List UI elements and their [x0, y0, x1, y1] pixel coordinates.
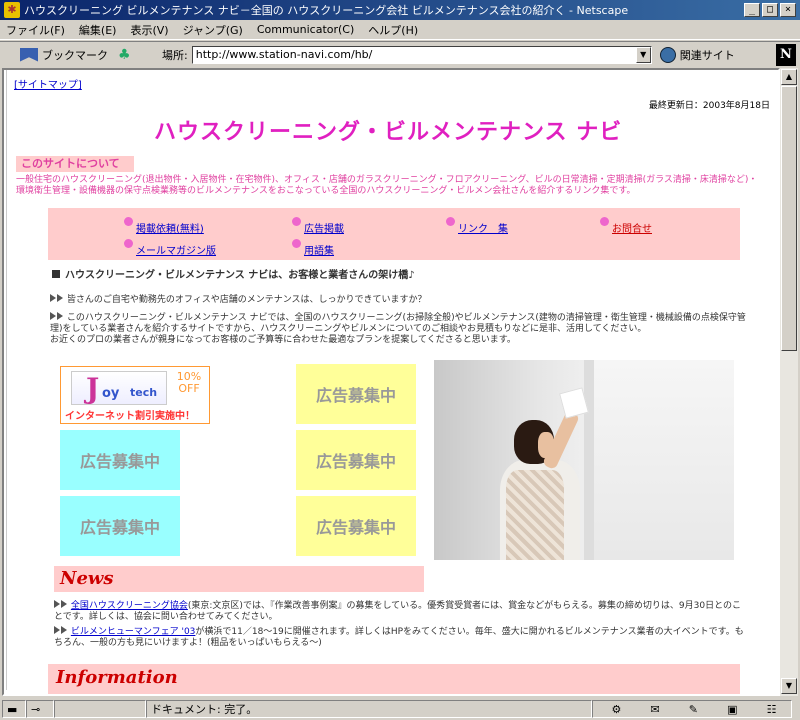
close-button[interactable]: ×: [780, 3, 796, 17]
bookmarks-button[interactable]: ブックマーク: [20, 47, 108, 63]
arrow-icon: [61, 626, 67, 634]
vertical-scrollbar[interactable]: ▲ ▼: [780, 68, 798, 696]
arrow-icon: [54, 626, 60, 634]
arrow-icon: [57, 312, 63, 320]
nav-ads: 広告掲載: [292, 217, 344, 235]
contact-link[interactable]: お問合せ: [612, 220, 652, 235]
bookmarks-label: ブックマーク: [42, 48, 108, 62]
internet-discount-text: インターネット割引実施中！: [65, 411, 195, 422]
intro-line-2: このハウスクリーニング・ビルメンテナンス ナビでは、全国のハウスクリーニング(お…: [50, 313, 746, 334]
mail-icon[interactable]: ✉: [650, 703, 659, 716]
menu-edit[interactable]: 編集(E): [79, 22, 117, 38]
pink-bullet-icon: [292, 217, 301, 226]
intro-line-3: お近くのプロの業者さんが親身になってお客様のご予算等に合わせた最適なプランを提案…: [50, 335, 516, 345]
nav-box: 掲載依頼(無料) 広告掲載 リンク 集 お問合せ メールマガジン版 用語集: [48, 208, 740, 260]
news-link-association[interactable]: 全国ハウスクリーニング協会: [71, 601, 188, 611]
composer-icon[interactable]: ✎: [689, 703, 698, 716]
links-collection-link[interactable]: リンク 集: [458, 220, 508, 235]
status-text: ドキュメント: 完了。: [146, 700, 592, 718]
ad-listing-link[interactable]: 広告掲載: [304, 220, 344, 235]
last-updated: 最終更新日：2003年8月18日: [648, 101, 770, 111]
nav-glossary: 用語集: [292, 239, 334, 257]
nav-links: リンク 集: [446, 217, 508, 235]
news-heading: News: [54, 566, 424, 592]
joytech-logo: J oy tech: [71, 371, 167, 405]
arrow-icon: [50, 294, 56, 302]
sitemap-link[interactable]: [サイトマップ]: [14, 76, 82, 91]
news-link-fair[interactable]: ビルメンヒューマンフェア '03: [71, 627, 196, 637]
menu-view[interactable]: 表示(V): [130, 22, 168, 38]
pink-bullet-icon: [292, 239, 301, 248]
bookmark-icon: [20, 47, 38, 62]
joytech-banner[interactable]: J oy tech 10% OFF インターネット割引実施中！: [60, 366, 210, 424]
newsgroup-icon[interactable]: ▣: [727, 703, 737, 716]
scroll-up-icon[interactable]: ▲: [781, 69, 797, 85]
arrow-icon: [54, 600, 60, 608]
menu-communicator[interactable]: Communicator(C): [257, 23, 354, 36]
ad-slot[interactable]: 広告募集中: [60, 430, 180, 490]
page-title: ハウスクリーニング・ビルメンテナンス ナビ: [154, 120, 623, 145]
news-item: ビルメンヒューマンフェア '03が横浜で11／18～19に開催されます。詳しくは…: [54, 626, 744, 648]
ad-slot[interactable]: 広告募集中: [296, 496, 416, 556]
maximize-button[interactable]: □: [762, 3, 778, 17]
minimize-button[interactable]: _: [744, 3, 760, 17]
listing-request-link[interactable]: 掲載依頼(無料): [136, 220, 204, 235]
security-lock-icon[interactable]: ▬: [2, 700, 26, 718]
scroll-down-icon[interactable]: ▼: [781, 678, 797, 694]
tagline: ハウスクリーニング・ビルメンテナンス ナビは、お客様と業者さんの架け橋♪: [52, 266, 415, 281]
location-toolbar: ブックマーク ♣ 場所: http://www.station-navi.com…: [0, 41, 800, 67]
window-title: ハウスクリーニング ビルメンテナンス ナビ－全国の ハウスクリーニング会社 ビル…: [24, 4, 629, 17]
component-bar: ⚙ ✉ ✎ ▣ ☷: [592, 700, 792, 718]
globe-icon: [659, 46, 676, 63]
scrollbar-thumb[interactable]: [781, 86, 797, 351]
intro-text: 皆さんのご自宅や勤務先のオフィスや店舗のメンテナンスは、しっかりできていますか？…: [50, 294, 750, 346]
pink-bullet-icon: [600, 217, 609, 226]
url-input[interactable]: http://www.station-navi.com/hb/ ▼: [191, 45, 652, 64]
about-heading: このサイトについて: [16, 156, 134, 172]
page-left-border: [6, 70, 10, 690]
square-bullet-icon: [52, 270, 60, 278]
discount-badge: 10% OFF: [176, 370, 202, 395]
progress-cell: [54, 700, 146, 718]
netscape-logo-icon[interactable]: N: [776, 44, 796, 66]
intro-line-1: 皆さんのご自宅や勤務先のオフィスや店舗のメンテナンスは、しっかりできていますか？: [66, 295, 427, 305]
netscape-app-icon[interactable]: ✱: [4, 2, 20, 18]
nav-contact: お問合せ: [600, 217, 652, 235]
pink-bullet-icon: [124, 239, 133, 248]
tagline-text: ハウスクリーニング・ビルメンテナンス ナビは、お客様と業者さんの架け橋♪: [65, 270, 415, 281]
mail-magazine-link[interactable]: メールマガジン版: [136, 242, 216, 257]
address-book-icon[interactable]: ☷: [767, 703, 777, 716]
status-bar: ▬ ⊸ ドキュメント: 完了。 ⚙ ✉ ✎ ▣ ☷: [0, 698, 800, 720]
about-text: 一般住宅のハウスクリーニング(退出物件・入居物件・在宅物件)、オフィス・店舗のガ…: [16, 175, 758, 196]
nav-listing: 掲載依頼(無料): [124, 217, 204, 235]
arrow-icon: [57, 294, 63, 302]
arrow-icon: [50, 312, 56, 320]
information-heading: Information: [48, 664, 740, 694]
nav-magazine: メールマガジン版: [124, 239, 216, 257]
navigator-icon[interactable]: ⚙: [612, 703, 622, 716]
menu-go[interactable]: ジャンプ(G): [183, 22, 243, 38]
location-label: 場所:: [162, 48, 188, 62]
glossary-link[interactable]: 用語集: [304, 242, 334, 257]
connection-icon: ⊸: [26, 700, 54, 718]
menu-file[interactable]: ファイル(F): [6, 22, 65, 38]
cleaning-woman-photo: [434, 360, 734, 560]
ad-slot[interactable]: 広告募集中: [296, 430, 416, 490]
ad-slot[interactable]: 広告募集中: [60, 496, 180, 556]
ad-slot[interactable]: 広告募集中: [296, 364, 416, 424]
pink-bullet-icon: [124, 217, 133, 226]
news-list: 全国ハウスクリーニング協会(東京:文京区)では、『作業改善事例案』の募集をしてい…: [54, 600, 744, 652]
content-viewport: [サイトマップ] 最終更新日：2003年8月18日 ハウスクリーニング・ビルメン…: [2, 68, 780, 696]
menu-help[interactable]: ヘルプ(H): [368, 22, 418, 38]
related-sites-label: 関連サイト: [679, 48, 735, 62]
menu-bar: ファイル(F) 編集(E) 表示(V) ジャンプ(G) Communicator…: [0, 20, 800, 40]
url-text: http://www.station-navi.com/hb/: [195, 48, 373, 61]
url-dropdown-icon[interactable]: ▼: [635, 46, 651, 63]
related-sites-button[interactable]: 関連サイト: [659, 46, 735, 63]
arrow-icon: [61, 600, 67, 608]
title-bar: ✱ ハウスクリーニング ビルメンテナンス ナビ－全国の ハウスクリーニング会社 …: [0, 0, 800, 20]
location-icon[interactable]: ♣: [118, 47, 132, 63]
pink-bullet-icon: [446, 217, 455, 226]
news-item: 全国ハウスクリーニング協会(東京:文京区)では、『作業改善事例案』の募集をしてい…: [54, 600, 741, 622]
